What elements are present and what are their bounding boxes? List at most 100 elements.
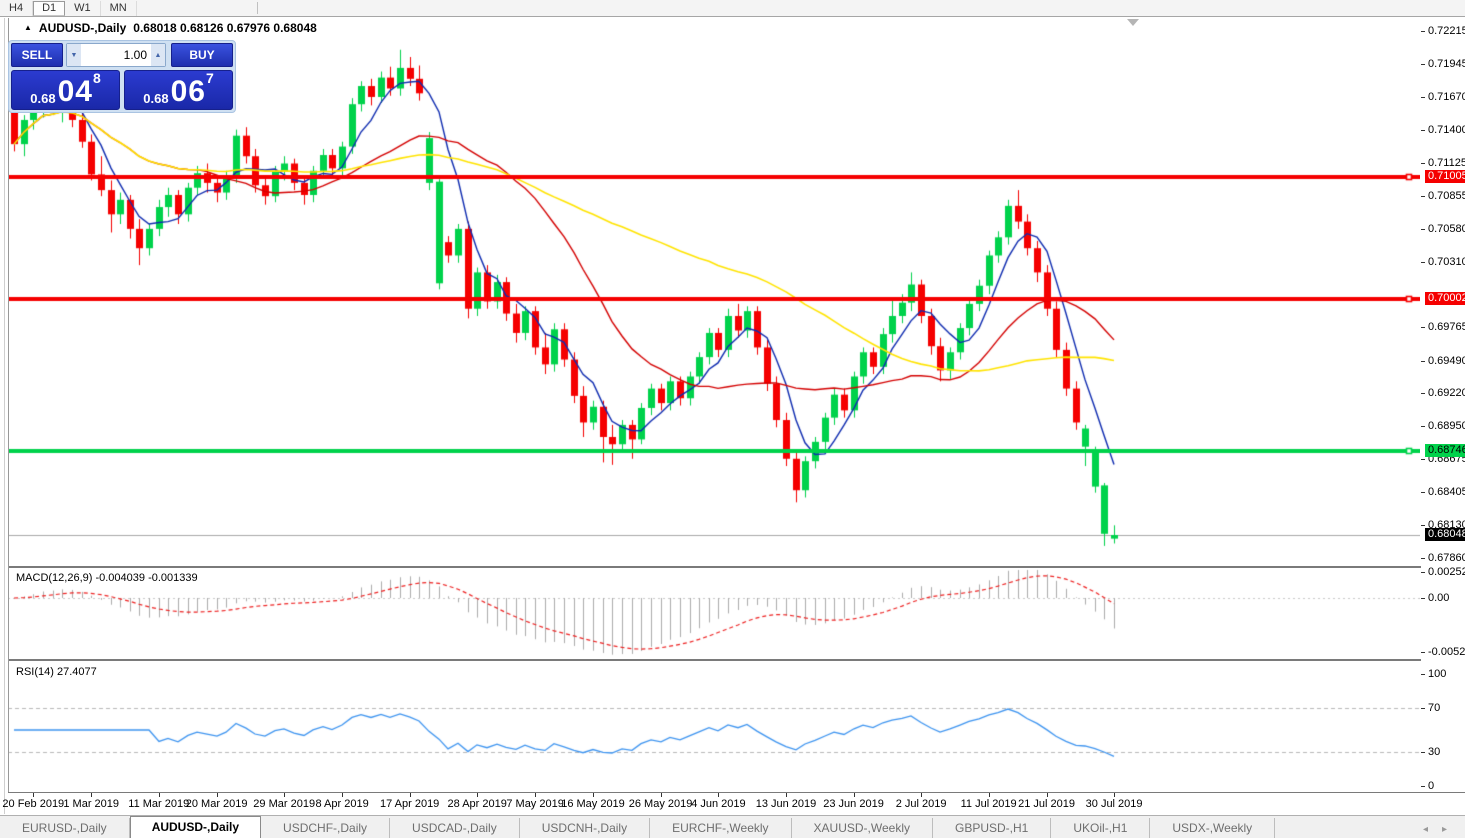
price-tick-label: 0.69220 xyxy=(1428,387,1465,399)
macd-tick-dash xyxy=(1421,598,1425,599)
chart-tab-eurusd[interactable]: EURUSD-,Daily xyxy=(0,818,130,838)
date-tick-dash xyxy=(921,793,922,797)
price-axis[interactable]: 0.722150.719450.716700.714000.711250.708… xyxy=(1421,18,1465,792)
price-tick-dash xyxy=(1421,558,1425,559)
date-tick-label: 13 Jun 2019 xyxy=(756,798,817,810)
trading-platform-window: H4D1W1MN ▲ AUDUSD-,Daily 0.68018 0.68126… xyxy=(0,0,1465,838)
one-click-trading-widget: SELL ▼ ▲ BUY 0.68 04 8 0.68 06 7 xyxy=(8,40,236,113)
tab-scroll-left-icon[interactable]: ◂ xyxy=(1423,824,1428,835)
date-tick-label: 4 Jun 2019 xyxy=(691,798,745,810)
tab-scroll-controls: ◂ ▸ xyxy=(1423,824,1465,838)
price-tick-dash xyxy=(1421,97,1425,98)
chart-tab-gbpusd[interactable]: GBPUSD-,H1 xyxy=(933,818,1051,838)
price-level-badge: 0.68048 xyxy=(1425,528,1465,541)
chart-tab-eurchf[interactable]: EURCHF-,Weekly xyxy=(650,818,791,838)
sell-price-pip: 8 xyxy=(93,73,101,83)
price-tick-dash xyxy=(1421,492,1425,493)
timeframe-button-w1[interactable]: W1 xyxy=(65,1,101,16)
rsi-tick-dash xyxy=(1421,752,1425,753)
chart-tab-usdx[interactable]: USDX-,Weekly xyxy=(1150,818,1275,838)
timeframe-button-d1[interactable]: D1 xyxy=(33,1,65,16)
date-tick-dash xyxy=(342,793,343,797)
rsi-tick-dash xyxy=(1421,674,1425,675)
date-tick-label: 2 Jul 2019 xyxy=(896,798,947,810)
buy-price-panel[interactable]: 0.68 06 7 xyxy=(124,70,233,110)
collapse-icon[interactable]: ▲ xyxy=(24,23,32,33)
date-tick-label: 21 Jul 2019 xyxy=(1018,798,1075,810)
price-tick-dash xyxy=(1421,196,1425,197)
date-tick-label: 28 Apr 2019 xyxy=(448,798,507,810)
date-tick-label: 26 May 2019 xyxy=(629,798,693,810)
rsi-tick-dash xyxy=(1421,786,1425,787)
price-tick-dash xyxy=(1421,459,1425,460)
price-tick-dash xyxy=(1421,163,1425,164)
price-tick-dash xyxy=(1421,262,1425,263)
macd-tick-dash xyxy=(1421,572,1425,573)
chart-tab-bar: EURUSD-,DailyAUDUSD-,DailyUSDCHF-,DailyU… xyxy=(0,815,1465,838)
date-tick-label: 16 May 2019 xyxy=(561,798,625,810)
date-tick-dash xyxy=(1047,793,1048,797)
volume-input[interactable] xyxy=(81,44,151,66)
chart-tab-usdchf[interactable]: USDCHF-,Daily xyxy=(261,818,390,838)
price-tick-label: 0.69490 xyxy=(1428,355,1465,367)
timeframe-button-mn[interactable]: MN xyxy=(101,1,137,16)
price-tick-label: 0.70855 xyxy=(1428,190,1465,202)
chart-ohlc-values: 0.68018 0.68126 0.67976 0.68048 xyxy=(133,21,317,35)
macd-tick-dash xyxy=(1421,652,1425,653)
timeframe-button-h4[interactable]: H4 xyxy=(0,1,33,16)
price-level-badge: 0.68746 xyxy=(1425,444,1465,457)
price-level-badge: 0.70002 xyxy=(1425,292,1465,305)
date-tick-label: 20 Mar 2019 xyxy=(186,798,248,810)
date-tick-dash xyxy=(477,793,478,797)
date-tick-dash xyxy=(1114,793,1115,797)
panel-separator[interactable] xyxy=(8,659,1465,661)
price-tick-label: 0.71125 xyxy=(1428,157,1465,169)
rsi-canvas[interactable] xyxy=(8,661,1420,792)
date-tick-dash xyxy=(535,793,536,797)
price-tick-label: 0.72215 xyxy=(1428,25,1465,37)
window-splitter[interactable] xyxy=(4,18,5,814)
date-tick-dash xyxy=(593,793,594,797)
volume-increase-button[interactable]: ▲ xyxy=(151,44,165,66)
date-tick-label: 20 Feb 2019 xyxy=(2,798,64,810)
price-tick-label: 0.68950 xyxy=(1428,420,1465,432)
date-tick-dash xyxy=(217,793,218,797)
date-tick-dash xyxy=(989,793,990,797)
tab-scroll-right-icon[interactable]: ▸ xyxy=(1442,824,1447,835)
rsi-tick-label: 0 xyxy=(1428,780,1434,792)
rsi-tick-label: 70 xyxy=(1428,702,1440,714)
sell-price-panel[interactable]: 0.68 04 8 xyxy=(11,70,120,110)
buy-button[interactable]: BUY xyxy=(171,43,233,67)
time-axis[interactable]: 20 Feb 20191 Mar 201911 Mar 201920 Mar 2… xyxy=(8,793,1421,814)
date-tick-label: 8 Apr 2019 xyxy=(315,798,368,810)
date-tick-dash xyxy=(718,793,719,797)
date-tick-dash xyxy=(33,793,34,797)
price-tick-label: 0.68405 xyxy=(1428,486,1465,498)
sell-button[interactable]: SELL xyxy=(11,43,63,67)
macd-indicator-label: MACD(12,26,9) -0.004039 -0.001339 xyxy=(14,572,200,584)
sell-price-main: 04 xyxy=(58,78,93,106)
price-level-badge: 0.71005 xyxy=(1425,170,1465,183)
macd-canvas[interactable] xyxy=(8,568,1420,658)
chart-tab-xauusd[interactable]: XAUUSD-,Weekly xyxy=(792,818,933,838)
chart-tab-ukoil[interactable]: UKOil-,H1 xyxy=(1051,818,1150,838)
chart-tab-usdcnh[interactable]: USDCNH-,Daily xyxy=(520,818,650,838)
price-tick-label: 0.70310 xyxy=(1428,256,1465,268)
panel-separator[interactable] xyxy=(8,566,1465,568)
rsi-tick-label: 100 xyxy=(1428,668,1446,680)
rsi-indicator-label: RSI(14) 27.4077 xyxy=(14,666,99,678)
price-tick-dash xyxy=(1421,361,1425,362)
rsi-tick-label: 30 xyxy=(1428,746,1440,758)
price-tick-dash xyxy=(1421,64,1425,65)
price-tick-dash xyxy=(1421,327,1425,328)
buy-price-pip: 7 xyxy=(206,73,214,83)
chart-shift-marker-icon[interactable] xyxy=(1127,19,1139,26)
chart-tab-usdcad[interactable]: USDCAD-,Daily xyxy=(390,818,520,838)
date-tick-dash xyxy=(661,793,662,797)
price-tick-label: 0.71945 xyxy=(1428,58,1465,70)
date-tick-dash xyxy=(159,793,160,797)
price-tick-dash xyxy=(1421,31,1425,32)
volume-decrease-button[interactable]: ▼ xyxy=(67,44,81,66)
date-tick-label: 11 Jul 2019 xyxy=(961,798,1017,810)
chart-tab-audusd[interactable]: AUDUSD-,Daily xyxy=(130,816,261,838)
